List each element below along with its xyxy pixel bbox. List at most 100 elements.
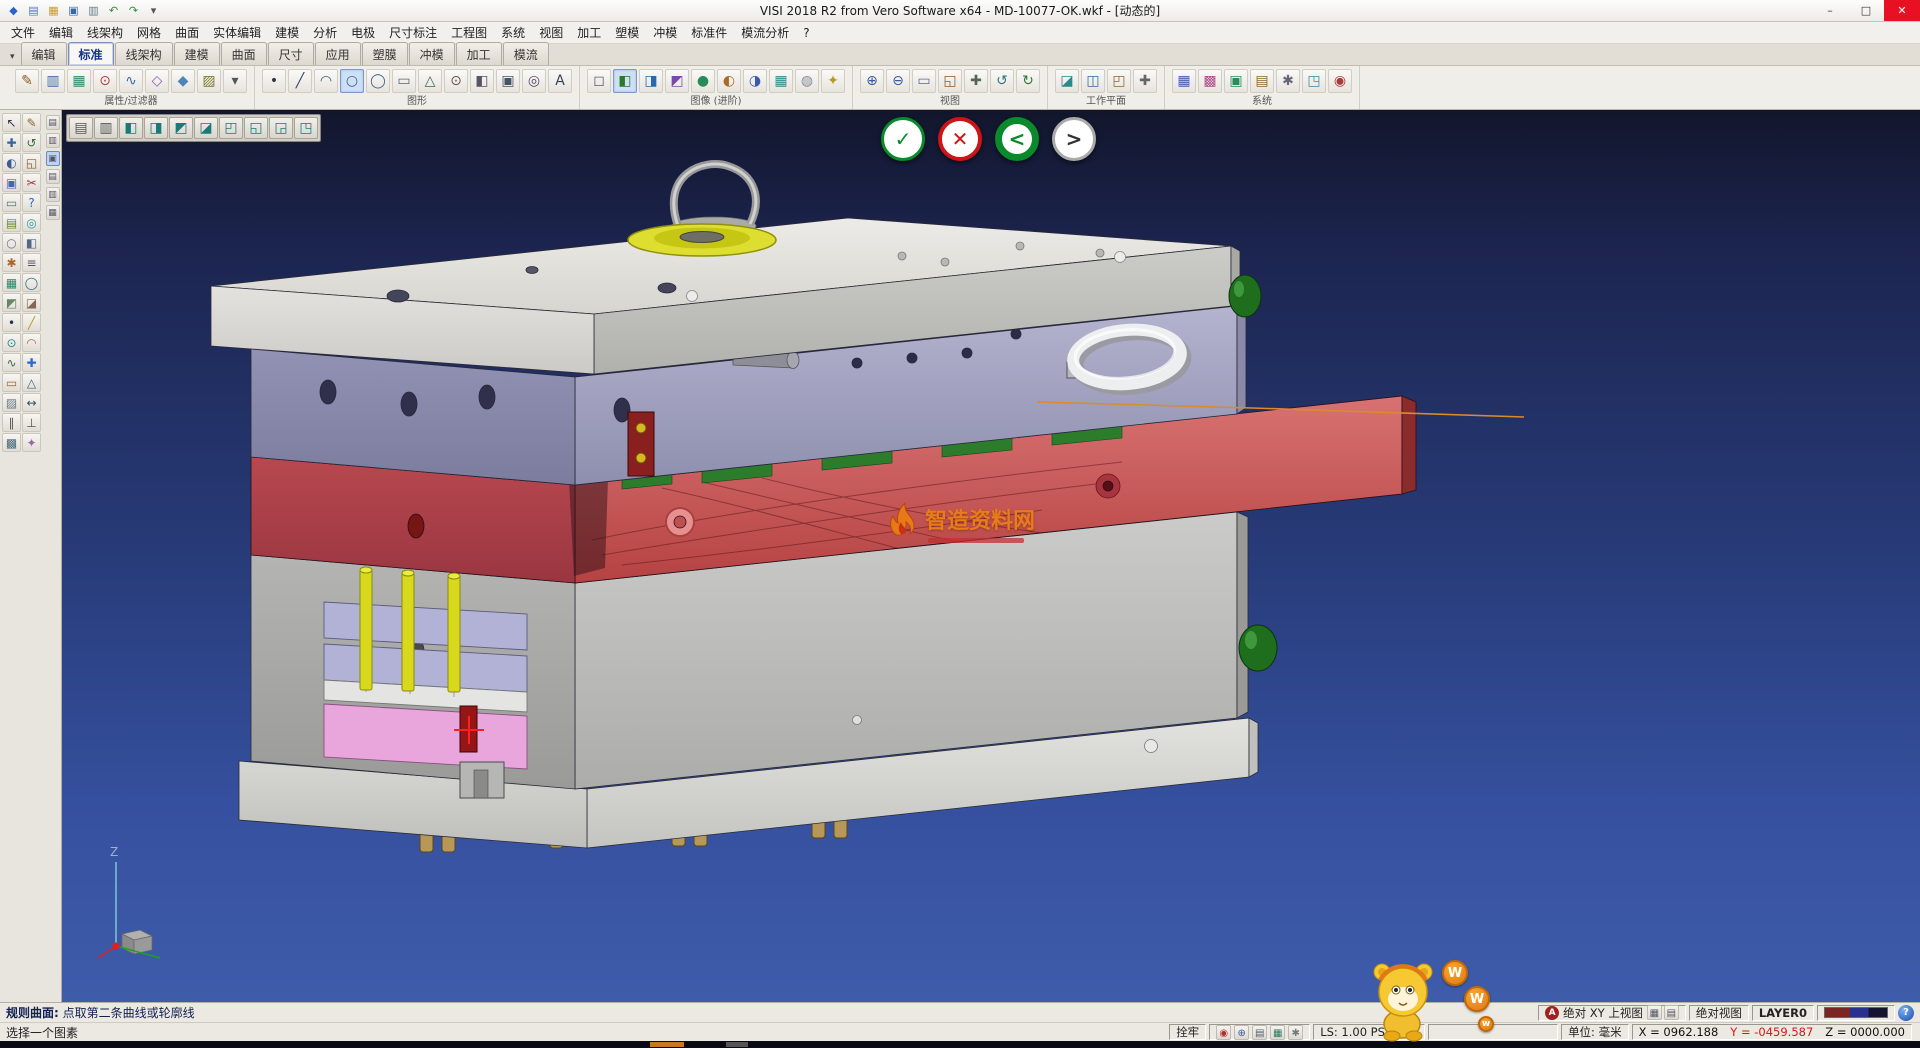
absolute-view-cell[interactable]: 绝对视图: [1689, 1005, 1749, 1021]
maximize-button[interactable]: □: [1848, 0, 1884, 21]
surface-filter-icon[interactable]: ◇: [145, 69, 169, 93]
front-view-icon[interactable]: ◨: [144, 117, 168, 139]
menu-item[interactable]: 电极: [344, 22, 382, 43]
zoom-out-icon[interactable]: ⊖: [886, 69, 910, 93]
select-icon[interactable]: ↖: [2, 113, 21, 132]
plane-xy-icon[interactable]: ◫: [1081, 69, 1105, 93]
strip-doc-icon-4[interactable]: ▤: [46, 169, 60, 184]
circle-icon[interactable]: ⊙: [2, 333, 21, 352]
tab[interactable]: 线架构: [115, 42, 173, 65]
perpendicular-icon[interactable]: ⊥: [22, 413, 41, 432]
texture-mode-icon[interactable]: ▦: [769, 69, 793, 93]
redo-icon[interactable]: ↷: [125, 2, 142, 19]
hidden-line-icon[interactable]: ◩: [665, 69, 689, 93]
menu-item[interactable]: 曲面: [168, 22, 206, 43]
open-file-icon[interactable]: ▦: [45, 2, 62, 19]
slot-tool-icon[interactable]: ⊙: [444, 69, 468, 93]
tab[interactable]: 塑膜: [362, 42, 408, 65]
box-tool-icon[interactable]: ◧: [470, 69, 494, 93]
mask-filter-icon[interactable]: ▨: [197, 69, 221, 93]
grid-icon[interactable]: ▩: [2, 433, 21, 452]
grid-system-icon[interactable]: ▦: [1172, 69, 1196, 93]
top-view-icon[interactable]: ◱: [244, 117, 268, 139]
solid-filter-icon[interactable]: ◆: [171, 69, 195, 93]
wireframe-mode-icon[interactable]: ◻: [587, 69, 611, 93]
axon-view-icon[interactable]: ◳: [294, 117, 318, 139]
point-icon[interactable]: •: [2, 313, 21, 332]
print-icon[interactable]: ▥: [85, 2, 102, 19]
settings-status-icon[interactable]: ✱: [1288, 1025, 1303, 1040]
polygon-icon[interactable]: △: [22, 373, 41, 392]
tab[interactable]: 尺寸: [268, 42, 314, 65]
menu-item[interactable]: 建模: [268, 22, 306, 43]
print-status-icon[interactable]: ▤: [1252, 1025, 1267, 1040]
project-icon[interactable]: ◩: [2, 293, 21, 312]
save-icon[interactable]: ▣: [65, 2, 82, 19]
workplane-icon[interactable]: ◪: [1055, 69, 1079, 93]
array-icon[interactable]: ▦: [2, 273, 21, 292]
tab[interactable]: 建模: [174, 42, 220, 65]
qat-dropdown-icon[interactable]: ▾: [145, 2, 162, 19]
layer-cell[interactable]: LAYER0: [1752, 1005, 1814, 1021]
arc-tool-icon[interactable]: ◠: [314, 69, 338, 93]
dimension-icon[interactable]: ↔: [22, 393, 41, 412]
section-view-icon[interactable]: ◑: [743, 69, 767, 93]
undo-icon[interactable]: ↶: [105, 2, 122, 19]
assistant-icon[interactable]: ?: [1898, 1005, 1914, 1021]
plane-origin-icon[interactable]: ✚: [1133, 69, 1157, 93]
tab[interactable]: 曲面: [221, 42, 267, 65]
hatch-icon[interactable]: ▨: [2, 393, 21, 412]
measure-icon[interactable]: ▭: [2, 193, 21, 212]
tab[interactable]: 模流: [503, 42, 549, 65]
line-icon[interactable]: ╱: [22, 313, 41, 332]
point-tool-icon[interactable]: •: [262, 69, 286, 93]
highlight-mode-icon[interactable]: ✦: [821, 69, 845, 93]
left-view-icon[interactable]: ◪: [194, 117, 218, 139]
align-icon[interactable]: ≡: [22, 253, 41, 272]
tab[interactable]: 加工: [456, 42, 502, 65]
text-tool-icon[interactable]: A: [548, 69, 572, 93]
macro-icon[interactable]: ▣: [1224, 69, 1248, 93]
options-icon[interactable]: ✱: [1276, 69, 1300, 93]
menu-item[interactable]: ?: [796, 24, 816, 42]
new-file-icon[interactable]: ▤: [25, 2, 42, 19]
calc-status-icon[interactable]: ▦: [1270, 1025, 1285, 1040]
query-icon[interactable]: ?: [22, 193, 41, 212]
ellipse-tool-icon[interactable]: ◯: [366, 69, 390, 93]
offset-icon[interactable]: ◯: [22, 273, 41, 292]
menu-item[interactable]: 分析: [306, 22, 344, 43]
menu-item[interactable]: 网格: [130, 22, 168, 43]
pan-view-icon[interactable]: ✚: [964, 69, 988, 93]
about-icon[interactable]: ◉: [1328, 69, 1352, 93]
model-ejector-stack[interactable]: [324, 602, 527, 769]
grid-mini-icon[interactable]: ▦: [1647, 1005, 1662, 1020]
move-icon[interactable]: ✚: [2, 133, 21, 152]
menu-item[interactable]: 加工: [570, 22, 608, 43]
circle-tool-icon[interactable]: ○: [340, 69, 364, 93]
polygon-tool-icon[interactable]: △: [418, 69, 442, 93]
menu-item[interactable]: 标准件: [684, 22, 734, 43]
zoom-fit-icon[interactable]: ◱: [938, 69, 962, 93]
tab[interactable]: 编辑: [21, 42, 67, 65]
strip-doc-icon-6[interactable]: ▦: [46, 205, 60, 220]
zoom-in-icon[interactable]: ⊕: [860, 69, 884, 93]
layers-icon[interactable]: ▤: [2, 213, 21, 232]
next-button[interactable]: >: [1052, 117, 1096, 161]
explode-icon[interactable]: ✱: [2, 253, 21, 272]
menu-item[interactable]: 线架构: [80, 22, 130, 43]
view-menu-icon[interactable]: ▤: [69, 117, 93, 139]
sketch-icon[interactable]: ✦: [22, 433, 41, 452]
menu-item[interactable]: 冲模: [646, 22, 684, 43]
parallel-icon[interactable]: ∥: [2, 413, 21, 432]
zoom-status-icon[interactable]: ⊕: [1234, 1025, 1249, 1040]
tab[interactable]: 标准: [68, 42, 114, 65]
viewport[interactable]: ▤▥◧◨◩◪◰◱◲◳ ✓✕<> 智造资料网 Z: [62, 110, 1920, 1002]
bottom-view-icon[interactable]: ◲: [269, 117, 293, 139]
lock-cell[interactable]: 拴牢: [1169, 1024, 1206, 1040]
mirror-icon[interactable]: ◐: [2, 153, 21, 172]
rectangle-icon[interactable]: ▭: [2, 373, 21, 392]
copy-icon[interactable]: ▣: [2, 173, 21, 192]
curve-filter-icon[interactable]: ∿: [119, 69, 143, 93]
back-view-icon[interactable]: ◩: [169, 117, 193, 139]
strip-doc-icon-2[interactable]: ▥: [46, 133, 60, 148]
